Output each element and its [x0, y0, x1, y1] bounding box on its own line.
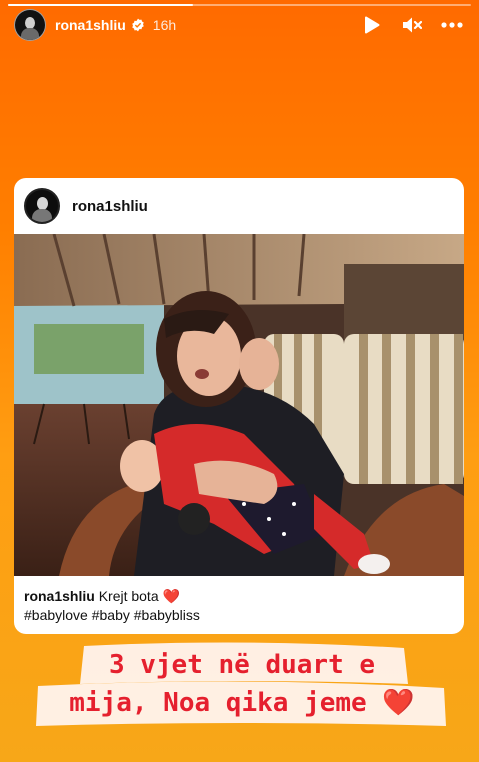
play-icon[interactable]: [361, 14, 383, 36]
mute-icon[interactable]: [401, 14, 423, 36]
post-avatar[interactable]: [24, 188, 60, 224]
sticker-line-1: 3 vjet në duart e: [108, 650, 376, 680]
more-icon[interactable]: [441, 14, 463, 36]
avatar[interactable]: [14, 9, 46, 41]
caption-text: Krejt bota: [98, 588, 159, 604]
story-username[interactable]: rona1shliu: [55, 17, 126, 33]
woman-with-baby-photo: [14, 234, 464, 576]
story-progress-fill: [8, 4, 194, 6]
post-caption: rona1shliu Krejt bota ❤️ #babylove #baby…: [24, 587, 454, 625]
post-username[interactable]: rona1shliu: [72, 198, 148, 215]
shared-post-card[interactable]: rona1shliu rona1shliu Krejt bota ❤️ #bab…: [14, 178, 464, 634]
story-header: rona1shliu 16h: [14, 9, 469, 41]
story-timestamp: 16h: [152, 17, 177, 33]
heart-emoji: ❤️: [162, 588, 180, 604]
story-progress-bar: [8, 4, 471, 6]
sticker-line-2: mija, Noa qika jeme ❤️: [69, 688, 415, 718]
text-sticker: 3 vjet në duart e mija, Noa qika jeme ❤️: [32, 640, 452, 730]
post-header: rona1shliu: [14, 178, 464, 234]
caption-hashtags[interactable]: #babylove #baby #babybliss: [24, 606, 454, 625]
verified-badge-icon: [131, 18, 145, 32]
caption-username[interactable]: rona1shliu: [24, 588, 95, 604]
